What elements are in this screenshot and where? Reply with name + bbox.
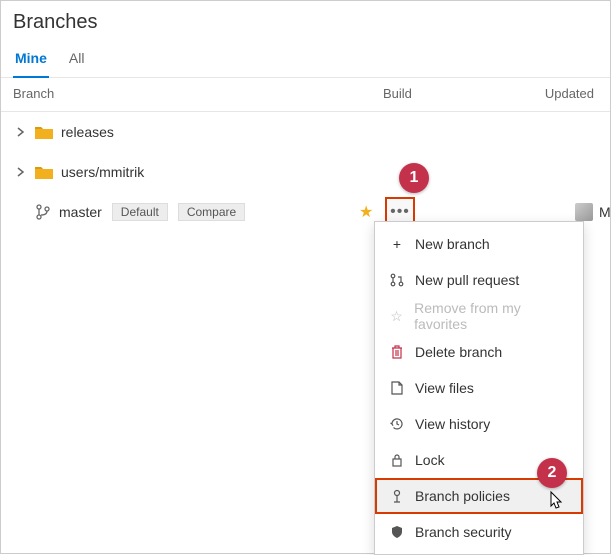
star-outline-icon: ☆ [389, 308, 404, 325]
menu-label: Lock [415, 452, 445, 468]
pull-request-icon [389, 273, 405, 287]
lock-icon [389, 453, 405, 467]
folder-icon [35, 165, 53, 179]
folder-name: releases [61, 124, 114, 140]
branch-icon [35, 204, 51, 220]
menu-label: View history [415, 416, 490, 432]
branch-name: master [59, 204, 102, 220]
column-headers: Branch Build Updated [1, 78, 610, 112]
annotation-2: 2 [537, 458, 567, 488]
menu-label: Branch security [415, 524, 511, 540]
folder-row-releases[interactable]: releases [13, 112, 598, 152]
menu-delete-branch[interactable]: Delete branch [375, 334, 583, 370]
folder-row-users[interactable]: users/mmitrik [13, 152, 598, 192]
plus-icon: + [389, 236, 405, 252]
menu-label: Delete branch [415, 344, 502, 360]
tab-all[interactable]: All [67, 42, 87, 77]
annotation-1: 1 [399, 163, 429, 193]
menu-view-files[interactable]: View files [375, 370, 583, 406]
menu-new-pull-request[interactable]: New pull request [375, 262, 583, 298]
col-build[interactable]: Build [383, 86, 533, 101]
history-icon [389, 417, 405, 431]
tab-mine[interactable]: Mine [13, 42, 49, 78]
folder-icon [35, 125, 53, 139]
menu-label: New pull request [415, 272, 519, 288]
avatar [575, 203, 593, 221]
chevron-right-icon [13, 127, 29, 137]
file-icon [389, 381, 405, 395]
menu-branch-security[interactable]: Branch security [375, 514, 583, 550]
tabs: Mine All [1, 42, 610, 78]
page-title: Branches [1, 1, 610, 42]
ellipsis-icon: ••• [390, 208, 410, 216]
context-menu: + New branch New pull request ☆ Remove f… [374, 221, 584, 555]
compare-badge: Compare [178, 203, 245, 221]
col-updated[interactable]: Updated [533, 86, 598, 101]
updated-by-user[interactable]: Matt [599, 204, 611, 220]
menu-label: View files [415, 380, 474, 396]
menu-remove-favorite: ☆ Remove from my favorites [375, 298, 583, 334]
col-branch[interactable]: Branch [13, 86, 383, 101]
default-badge: Default [112, 203, 168, 221]
menu-label: Remove from my favorites [414, 300, 569, 332]
chevron-right-icon [13, 167, 29, 177]
menu-label: Branch policies [415, 488, 510, 504]
shield-icon [389, 525, 405, 539]
trash-icon [389, 345, 405, 359]
menu-new-branch[interactable]: + New branch [375, 226, 583, 262]
menu-label: New branch [415, 236, 490, 252]
menu-view-history[interactable]: View history [375, 406, 583, 442]
folder-name: users/mmitrik [61, 164, 144, 180]
favorite-star-icon[interactable]: ★ [359, 202, 373, 222]
policy-icon [389, 489, 405, 503]
